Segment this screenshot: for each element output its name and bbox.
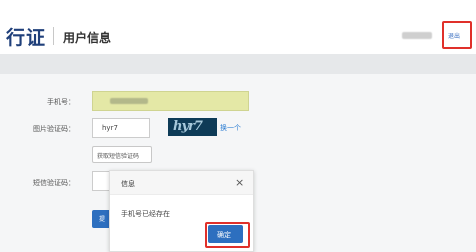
- captcha-image-text: hyr7: [173, 119, 203, 134]
- get-sms-code-button[interactable]: 获取短信验证码: [92, 146, 152, 163]
- phone-input[interactable]: [92, 91, 249, 111]
- captcha-label: 图片验证码：: [33, 125, 75, 133]
- app-title: 行证: [6, 27, 47, 49]
- dialog-header: 信息 ×: [110, 171, 253, 195]
- captcha-image[interactable]: hyr7: [168, 118, 217, 136]
- close-icon[interactable]: ×: [235, 176, 244, 189]
- submit-label: 提: [99, 216, 106, 223]
- captcha-input-value: hyr7: [102, 124, 118, 132]
- top-header: 行证 用户信息 退出: [0, 10, 476, 54]
- sms-button-label: 获取短信验证码: [97, 153, 140, 160]
- dialog-message: 手机号已经存在: [121, 210, 170, 218]
- ok-label: 确定: [217, 231, 231, 239]
- phone-label: 手机号：: [47, 98, 75, 106]
- page-title: 用户信息: [63, 31, 112, 45]
- logout-button[interactable]: 退出: [442, 21, 472, 49]
- ok-button[interactable]: 确定: [208, 225, 243, 243]
- username-redacted: [402, 32, 432, 39]
- captcha-input[interactable]: hyr7: [92, 118, 150, 138]
- refresh-captcha-link[interactable]: 换一个: [220, 123, 241, 133]
- title-divider: [53, 27, 54, 45]
- logout-label: 退出: [448, 33, 461, 40]
- dialog-title: 信息: [121, 180, 135, 188]
- sms-code-label: 短信验证码：: [33, 179, 75, 187]
- phone-value-redacted: [110, 98, 148, 104]
- toolbar-band: [0, 54, 476, 74]
